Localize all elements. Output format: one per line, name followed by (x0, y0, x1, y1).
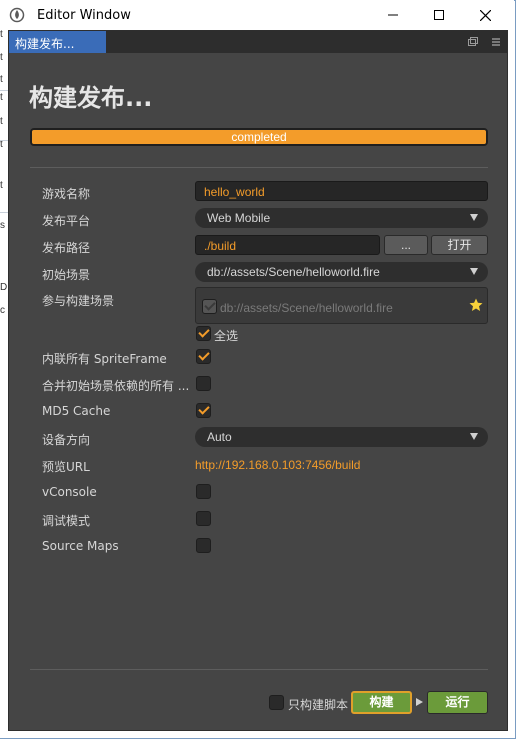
game-name-input[interactable]: hello_world (195, 181, 488, 201)
popout-icon[interactable] (467, 36, 479, 48)
build-path-label: 发布路径 (42, 241, 91, 255)
minimize-icon (388, 14, 398, 16)
build-panel: 构建发布... 构建发布... completed 游戏名称 hello_wor… (8, 30, 508, 731)
dropdown-arrow-icon (470, 268, 478, 275)
select-all-checkbox[interactable] (196, 326, 211, 341)
progress-text: completed (231, 130, 287, 144)
tab-bar: 构建发布... (9, 31, 507, 53)
vconsole-label: vConsole (42, 485, 97, 499)
debug-label: 调试模式 (42, 514, 91, 528)
tab-build[interactable]: 构建发布... (9, 31, 106, 53)
dropdown-arrow-icon (470, 433, 478, 440)
strip-fragment: t (0, 30, 3, 40)
orientation-select[interactable]: Auto (195, 427, 488, 447)
inline-spriteframe-checkbox[interactable] (196, 349, 211, 364)
strip-fragment: D (0, 282, 8, 293)
strip-fragment: t (0, 180, 3, 191)
source-maps-label: Source Maps (42, 539, 119, 553)
orientation-label: 设备方向 (42, 433, 91, 447)
strip-fragment: t (0, 116, 3, 127)
preview-url-label: 预览URL (42, 460, 90, 474)
platform-label: 发布平台 (42, 214, 91, 228)
platform-value: Web Mobile (207, 211, 271, 225)
star-icon (469, 298, 483, 311)
md5-cache-checkbox[interactable] (196, 403, 211, 418)
strip-fragment: t (0, 74, 3, 85)
md5-cache-label: MD5 Cache (42, 404, 111, 418)
scene-checkbox (202, 299, 217, 314)
run-button[interactable]: 运行 (427, 691, 488, 714)
select-all-label: 全选 (214, 329, 239, 343)
close-icon (479, 9, 491, 21)
close-button[interactable] (462, 0, 508, 30)
maximize-icon (434, 10, 444, 20)
preview-url-link[interactable]: http://192.168.0.103:7456/build (195, 458, 360, 472)
build-progress-bar: completed (30, 128, 488, 146)
app-icon (9, 7, 25, 23)
build-script-only-checkbox[interactable] (269, 695, 284, 710)
source-maps-checkbox[interactable] (196, 538, 211, 553)
vconsole-checkbox[interactable] (196, 484, 211, 499)
build-path-input[interactable]: ./build (195, 235, 380, 255)
debug-checkbox[interactable] (196, 511, 211, 526)
scene-list: db://assets/Scene/helloworld.fire (195, 287, 488, 324)
menu-icon[interactable] (490, 36, 502, 48)
browse-button[interactable]: ... (384, 235, 428, 255)
background-window-strip: t t t t t t t s D c (0, 30, 8, 738)
minimize-button[interactable] (370, 0, 416, 30)
orientation-value: Auto (207, 430, 232, 444)
maximize-button[interactable] (416, 0, 462, 30)
start-scene-select[interactable]: db://assets/Scene/helloworld.fire (195, 262, 488, 282)
strip-fragment: s (0, 220, 5, 231)
title-bar: Editor Window (0, 0, 514, 30)
open-folder-button[interactable]: 打开 (431, 235, 488, 255)
merge-deps-label: 合并初始场景依赖的所有 ... (42, 379, 190, 393)
strip-fragment: t (0, 92, 3, 103)
divider (30, 669, 488, 670)
strip-fragment: t (0, 52, 3, 63)
strip-fragment: c (0, 305, 5, 316)
strip-divider (0, 212, 8, 213)
build-script-only-label: 只构建脚本 (288, 698, 349, 712)
platform-select[interactable]: Web Mobile (195, 208, 488, 228)
inline-spriteframe-label: 内联所有 SpriteFrame (42, 352, 167, 366)
page-title: 构建发布... (29, 84, 153, 112)
game-name-label: 游戏名称 (42, 187, 91, 201)
divider (30, 167, 488, 168)
build-button[interactable]: 构建 (351, 691, 412, 714)
scenes-label: 参与构建场景 (42, 294, 115, 308)
strip-divider (0, 140, 8, 141)
merge-deps-checkbox[interactable] (196, 376, 211, 391)
start-scene-label: 初始场景 (42, 268, 91, 282)
scene-item-path: db://assets/Scene/helloworld.fire (220, 301, 393, 315)
strip-divider (0, 90, 8, 91)
arrow-right-icon (416, 698, 423, 706)
dropdown-arrow-icon (470, 214, 478, 221)
window-title: Editor Window (37, 8, 131, 23)
start-scene-value: db://assets/Scene/helloworld.fire (207, 265, 380, 279)
